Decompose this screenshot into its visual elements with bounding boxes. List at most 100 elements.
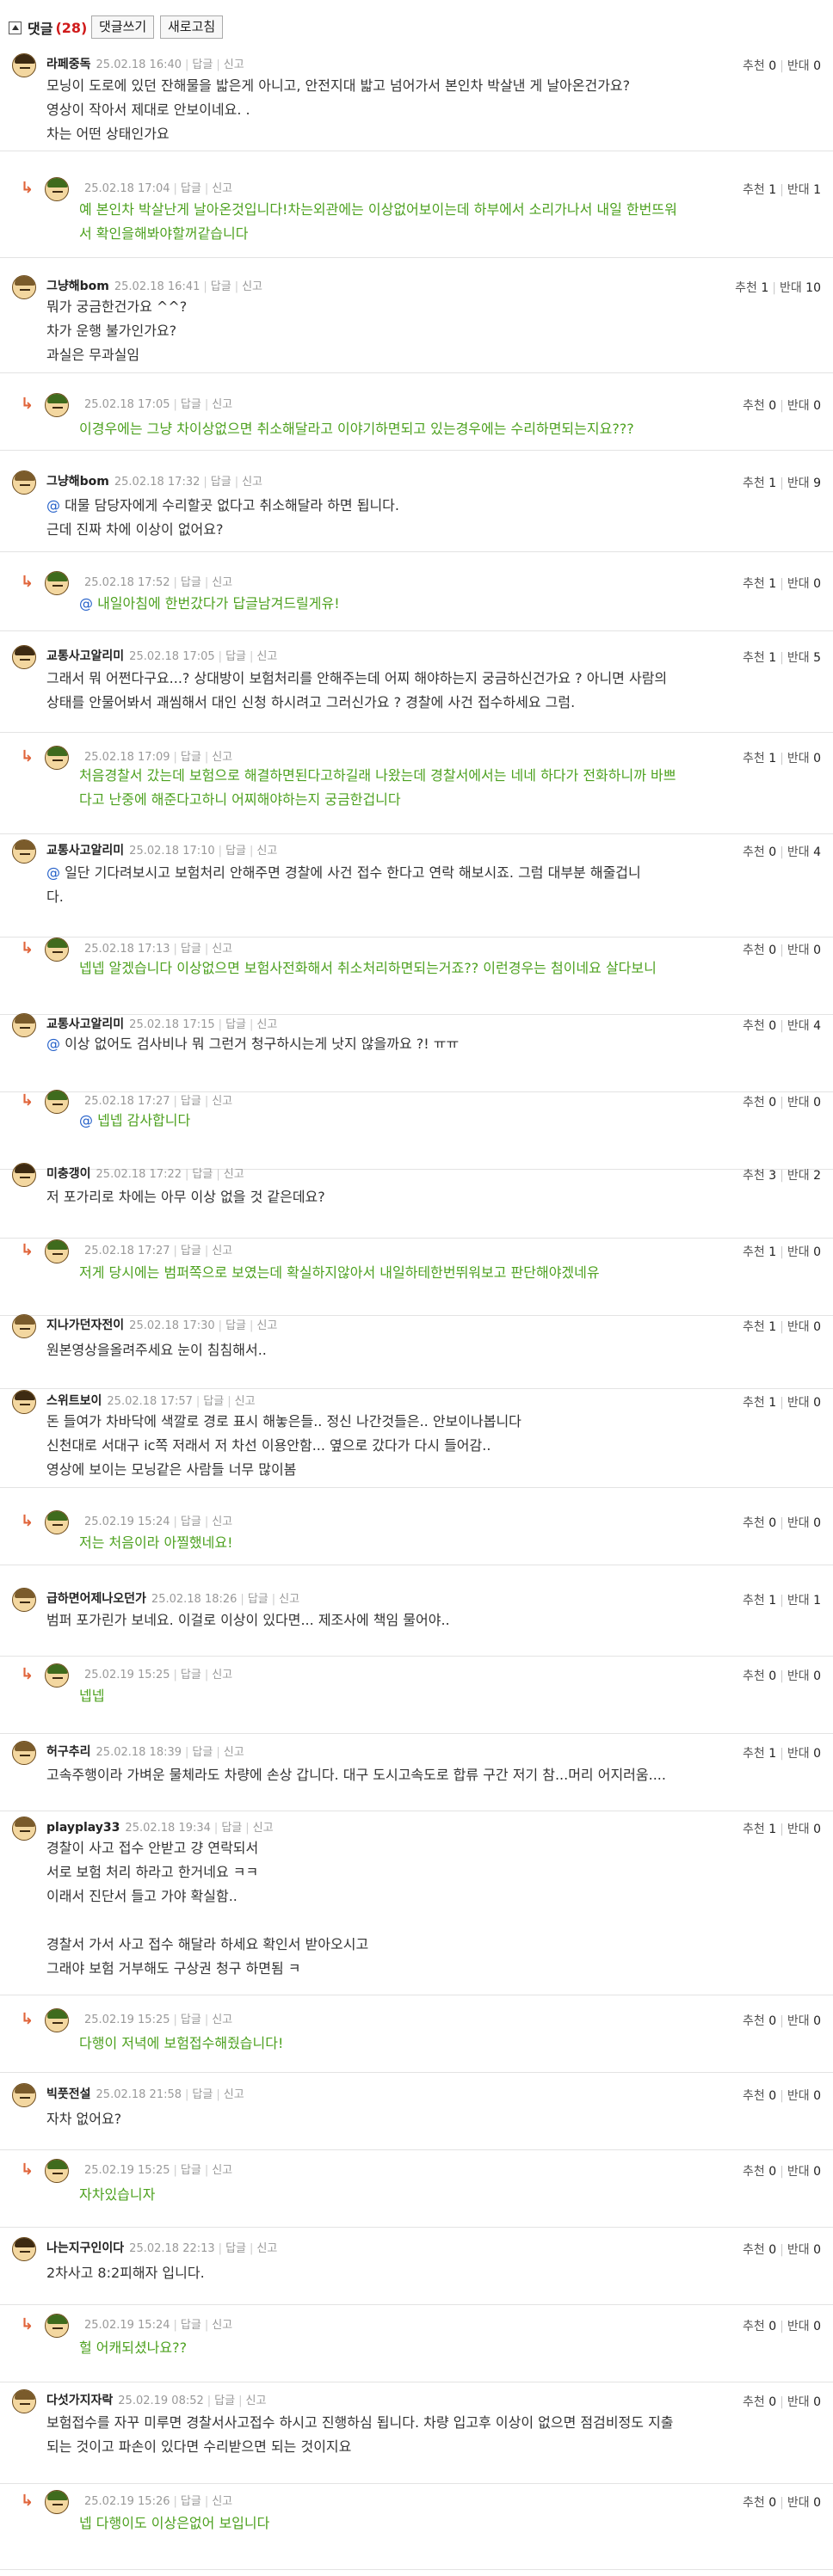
reply-link[interactable]: 답글 <box>211 476 231 489</box>
report-link[interactable]: 신고 <box>242 476 262 489</box>
upvote-button[interactable]: 추천 <box>743 476 765 490</box>
reply-link[interactable]: 답글 <box>181 182 201 195</box>
mention-tag[interactable]: @ <box>79 595 93 612</box>
report-link[interactable]: 신고 <box>212 1095 232 1108</box>
upvote-button[interactable]: 추천 <box>743 1516 765 1530</box>
report-link[interactable]: 신고 <box>212 398 232 411</box>
author-nickname[interactable]: 스위트보이 <box>46 1394 102 1408</box>
report-link[interactable]: 신고 <box>235 1395 256 1408</box>
author-nickname[interactable]: 지나가던자전이 <box>46 1319 124 1332</box>
reply-link[interactable]: 답글 <box>181 751 201 764</box>
avatar[interactable] <box>12 470 36 495</box>
author-nickname[interactable]: 교통사고알리미 <box>46 649 124 663</box>
downvote-button[interactable]: 반대 <box>787 1245 810 1259</box>
report-link[interactable]: 신고 <box>212 2495 232 2508</box>
downvote-button[interactable]: 반대 <box>787 183 810 197</box>
downvote-button[interactable]: 반대 <box>787 1019 810 1033</box>
upvote-button[interactable]: 추천 <box>743 2496 765 2510</box>
reply-link[interactable]: 답글 <box>192 1746 213 1759</box>
reply-link[interactable]: 답글 <box>181 2013 201 2026</box>
upvote-button[interactable]: 추천 <box>743 399 765 413</box>
avatar[interactable] <box>12 275 36 299</box>
downvote-button[interactable]: 반대 <box>787 651 810 665</box>
upvote-button[interactable]: 추천 <box>743 651 765 665</box>
author-nickname[interactable]: playplay33 <box>46 1821 120 1835</box>
report-link[interactable]: 신고 <box>224 1746 244 1759</box>
reply-link[interactable]: 답글 <box>248 1593 268 1606</box>
reply-link[interactable]: 답글 <box>181 1095 201 1108</box>
downvote-button[interactable]: 반대 <box>787 1096 810 1110</box>
avatar[interactable] <box>45 746 69 770</box>
downvote-button[interactable]: 반대 <box>787 1823 810 1836</box>
write-comment-button[interactable]: 댓글쓰기 <box>91 15 155 39</box>
mention-tag[interactable]: @ <box>46 1036 60 1052</box>
reply-link[interactable]: 답글 <box>181 398 201 411</box>
reply-link[interactable]: 답글 <box>221 1822 242 1835</box>
report-link[interactable]: 신고 <box>256 845 277 858</box>
report-link[interactable]: 신고 <box>224 58 244 71</box>
report-link[interactable]: 신고 <box>212 943 232 956</box>
author-nickname[interactable]: 그냥해bom <box>46 280 109 293</box>
reply-link[interactable]: 답글 <box>181 576 201 589</box>
mention-tag[interactable]: @ <box>46 864 60 881</box>
author-nickname[interactable]: 라페중독 <box>46 58 91 71</box>
author-nickname[interactable]: 빅풋전설 <box>46 2087 91 2101</box>
upvote-button[interactable]: 추천 <box>743 1320 765 1334</box>
avatar[interactable] <box>12 1013 36 1037</box>
author-nickname[interactable]: 다섯가지자락 <box>46 2394 113 2407</box>
author-nickname[interactable]: 그냥해bom <box>46 475 109 489</box>
author-nickname[interactable]: 교통사고알리미 <box>46 844 124 858</box>
mention-tag[interactable]: @ <box>79 1112 93 1128</box>
report-link[interactable]: 신고 <box>253 1822 274 1835</box>
report-link[interactable]: 신고 <box>212 751 232 764</box>
downvote-button[interactable]: 반대 <box>787 476 810 490</box>
upvote-button[interactable]: 추천 <box>743 1396 765 1410</box>
report-link[interactable]: 신고 <box>256 1319 277 1332</box>
upvote-button[interactable]: 추천 <box>743 2014 765 2028</box>
avatar[interactable] <box>12 645 36 669</box>
reply-link[interactable]: 답글 <box>192 1168 213 1181</box>
report-link[interactable]: 신고 <box>245 2395 266 2407</box>
upvote-button[interactable]: 추천 <box>743 2243 765 2257</box>
avatar[interactable] <box>12 1741 36 1765</box>
report-link[interactable]: 신고 <box>212 182 232 195</box>
reply-link[interactable]: 답글 <box>225 845 246 858</box>
report-link[interactable]: 신고 <box>256 2242 277 2255</box>
author-nickname[interactable]: 급하면어제나오던가 <box>46 1592 146 1606</box>
upvote-button[interactable]: 추천 <box>743 845 765 859</box>
refresh-button[interactable]: 새로고침 <box>160 15 224 39</box>
downvote-button[interactable]: 반대 <box>787 845 810 859</box>
reply-link[interactable]: 답글 <box>181 943 201 956</box>
avatar[interactable] <box>45 2159 69 2183</box>
author-nickname[interactable]: 허구추리 <box>46 1745 91 1759</box>
downvote-button[interactable]: 반대 <box>787 2320 810 2333</box>
mention-tag[interactable]: @ <box>46 497 60 513</box>
avatar[interactable] <box>45 177 69 201</box>
upvote-button[interactable]: 추천 <box>743 2165 765 2179</box>
reply-link[interactable]: 답글 <box>214 2395 235 2407</box>
downvote-button[interactable]: 반대 <box>787 59 810 73</box>
avatar[interactable] <box>12 1817 36 1841</box>
avatar[interactable] <box>45 571 69 595</box>
downvote-button[interactable]: 반대 <box>787 1594 810 1608</box>
report-link[interactable]: 신고 <box>212 1245 232 1257</box>
reply-link[interactable]: 답글 <box>181 1669 201 1681</box>
downvote-button[interactable]: 반대 <box>787 1747 810 1761</box>
upvote-button[interactable]: 추천 <box>743 2089 765 2103</box>
avatar[interactable] <box>45 1663 69 1688</box>
downvote-button[interactable]: 반대 <box>787 2089 810 2103</box>
reply-link[interactable]: 답글 <box>181 1515 201 1528</box>
downvote-button[interactable]: 반대 <box>787 2014 810 2028</box>
avatar[interactable] <box>12 1390 36 1414</box>
downvote-button[interactable]: 반대 <box>787 399 810 413</box>
downvote-button[interactable]: 반대 <box>787 2496 810 2510</box>
author-nickname[interactable]: 미충갱이 <box>46 1167 91 1181</box>
upvote-button[interactable]: 추천 <box>743 59 765 73</box>
downvote-button[interactable]: 반대 <box>787 1516 810 1530</box>
avatar[interactable] <box>12 1588 36 1612</box>
upvote-button[interactable]: 추천 <box>743 1245 765 1259</box>
reply-link[interactable]: 답글 <box>203 1395 224 1408</box>
avatar[interactable] <box>12 1314 36 1338</box>
downvote-button[interactable]: 반대 <box>780 281 802 295</box>
report-link[interactable]: 신고 <box>242 280 262 293</box>
